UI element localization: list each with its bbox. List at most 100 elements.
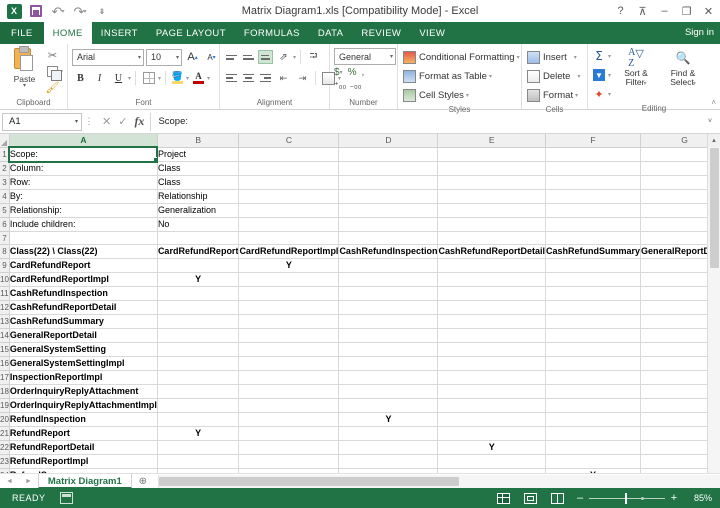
expand-formula-bar-icon[interactable]: ˅: [702, 118, 718, 125]
align-top-button[interactable]: [224, 50, 239, 64]
zoom-in-button[interactable]: +: [670, 492, 678, 504]
cell-D14[interactable]: [338, 328, 439, 343]
cell-B1[interactable]: Project: [157, 147, 240, 162]
cell-E18[interactable]: [437, 384, 546, 399]
orientation-button[interactable]: ⇗: [275, 49, 292, 66]
cell-A18[interactable]: OrderInquiryReplyAttachment: [9, 384, 158, 399]
column-header-d[interactable]: D: [338, 134, 439, 148]
cell-C11[interactable]: [238, 286, 340, 301]
cell-C8[interactable]: CardRefundReportImpl: [238, 244, 340, 259]
row-header-2[interactable]: 2: [0, 161, 10, 176]
cell-A9[interactable]: CardRefundReport: [9, 258, 158, 273]
cell-C5[interactable]: [238, 203, 340, 218]
cell-E4[interactable]: [437, 189, 546, 204]
name-box[interactable]: A1 ▾: [2, 112, 82, 131]
cell-A10[interactable]: CardRefundReportImpl: [9, 272, 158, 287]
row-header-4[interactable]: 4: [0, 189, 10, 204]
conditional-formatting-button[interactable]: Conditional Formatting ▾: [402, 48, 520, 66]
cell-B2[interactable]: Class: [157, 161, 240, 176]
cell-D7[interactable]: [338, 231, 439, 245]
cell-F13[interactable]: [545, 314, 642, 329]
row-header-19[interactable]: 19: [0, 398, 10, 413]
cell-F17[interactable]: [545, 370, 642, 385]
cell-B3[interactable]: Class: [157, 175, 240, 190]
cell-C1[interactable]: [238, 147, 340, 162]
cell-B9[interactable]: [157, 258, 240, 273]
cell-E7[interactable]: [437, 231, 546, 245]
cell-B16[interactable]: [157, 356, 240, 371]
align-right-button[interactable]: [258, 71, 273, 85]
cell-F22[interactable]: [545, 440, 642, 455]
horizontal-scrollbar[interactable]: [157, 474, 720, 488]
insert-cells-button[interactable]: Insert ▾: [526, 48, 577, 66]
sheet-tab-matrix-diagram1[interactable]: Matrix Diagram1: [37, 473, 132, 488]
cell-F7[interactable]: [545, 231, 642, 245]
cell-F18[interactable]: [545, 384, 642, 399]
cell-E6[interactable]: [437, 217, 546, 232]
cell-C7[interactable]: [238, 231, 340, 245]
cell-E19[interactable]: [437, 398, 546, 413]
cell-F20[interactable]: [545, 412, 642, 427]
row-header-17[interactable]: 17: [0, 370, 10, 385]
cell-D9[interactable]: [338, 258, 439, 273]
zoom-out-button[interactable]: –: [576, 492, 584, 504]
increase-decimal-button[interactable]: ⁺₀₀: [334, 80, 346, 91]
cell-C18[interactable]: [238, 384, 340, 399]
cell-F15[interactable]: [545, 342, 642, 357]
cell-A3[interactable]: Row:: [9, 175, 158, 190]
copy-button[interactable]: ▾: [45, 64, 63, 81]
cell-C14[interactable]: [238, 328, 340, 343]
cell-D21[interactable]: [338, 426, 439, 441]
cell-D18[interactable]: [338, 384, 439, 399]
cell-B13[interactable]: [157, 314, 240, 329]
cell-B23[interactable]: [157, 454, 240, 469]
italic-button[interactable]: I: [91, 70, 108, 87]
cell-E22[interactable]: Y: [437, 440, 546, 455]
cell-B22[interactable]: [157, 440, 240, 455]
row-header-20[interactable]: 20: [0, 412, 10, 427]
cell-D8[interactable]: CashRefundInspection: [338, 244, 439, 259]
previous-sheet-icon[interactable]: ◄: [6, 478, 13, 485]
cell-B5[interactable]: Generalization: [157, 203, 240, 218]
paste-button[interactable]: Paste ▾: [4, 46, 45, 89]
row-header-5[interactable]: 5: [0, 203, 10, 218]
increase-indent-button[interactable]: ⇥: [294, 70, 311, 87]
cell-E2[interactable]: [437, 161, 546, 176]
cell-F3[interactable]: [545, 175, 642, 190]
redo-icon[interactable]: ↷ ▾: [70, 2, 90, 20]
cell-A6[interactable]: Include children:: [9, 217, 158, 232]
row-header-6[interactable]: 6: [0, 217, 10, 232]
cell-E20[interactable]: [437, 412, 546, 427]
cell-A15[interactable]: GeneralSystemSetting: [9, 342, 158, 357]
add-sheet-icon[interactable]: ⊕: [132, 476, 154, 487]
cell-B11[interactable]: [157, 286, 240, 301]
cell-D10[interactable]: [338, 272, 439, 287]
tab-page-layout[interactable]: PAGE LAYOUT: [147, 22, 235, 44]
cell-F14[interactable]: [545, 328, 642, 343]
cell-D19[interactable]: [338, 398, 439, 413]
cell-C22[interactable]: [238, 440, 340, 455]
undo-icon[interactable]: ↶ ▾: [48, 2, 68, 20]
cell-B6[interactable]: No: [157, 217, 240, 232]
customize-quick-access-toolbar-icon[interactable]: ⇟: [92, 2, 112, 20]
cell-F5[interactable]: [545, 203, 642, 218]
row-header-1[interactable]: 1: [0, 147, 10, 162]
decrease-indent-button[interactable]: ⇤: [275, 70, 292, 87]
cell-C20[interactable]: [238, 412, 340, 427]
cell-C10[interactable]: [238, 272, 340, 287]
save-icon[interactable]: [26, 2, 46, 20]
cell-B7[interactable]: [157, 231, 240, 245]
cell-F23[interactable]: [545, 454, 642, 469]
cell-E17[interactable]: [437, 370, 546, 385]
cell-F9[interactable]: [545, 258, 642, 273]
vertical-scrollbar[interactable]: ▲: [707, 134, 720, 473]
row-header-10[interactable]: 10: [0, 272, 10, 287]
number-format-combo[interactable]: General ▾: [334, 48, 396, 65]
cell-D6[interactable]: [338, 217, 439, 232]
cell-B20[interactable]: [157, 412, 240, 427]
decrease-decimal-button[interactable]: ₋₀₀: [349, 80, 361, 91]
format-cells-button[interactable]: Format ▾: [526, 86, 578, 104]
vertical-scroll-thumb[interactable]: [709, 148, 719, 268]
horizontal-scroll-thumb[interactable]: [158, 476, 459, 486]
align-left-button[interactable]: [224, 71, 239, 85]
